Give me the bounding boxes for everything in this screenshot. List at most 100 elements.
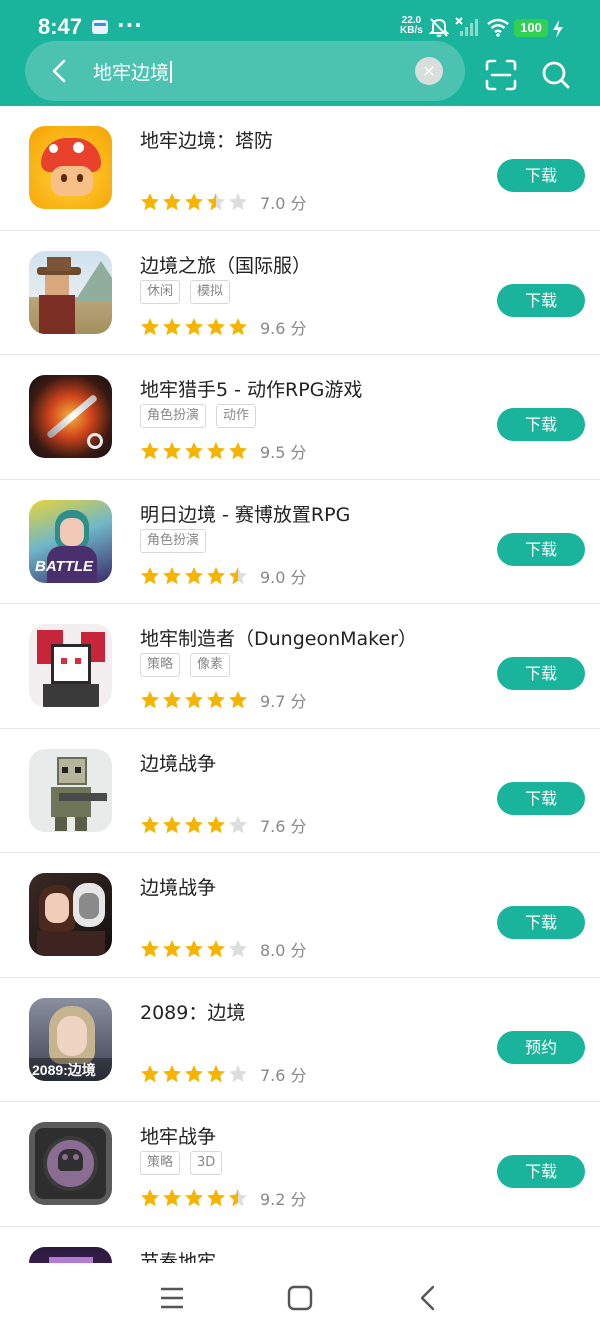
app-tag: 3D [190,1151,223,1175]
net-speed: 22.0 KB/s [400,16,423,36]
reserve-button[interactable]: 预约 [497,1030,585,1064]
orange-mushroom-icon[interactable] [29,126,112,209]
star-full-icon [185,1189,203,1207]
search-results-list[interactable]: 地牢边境：塔防 7.0 分下载 边境之旅（国际服） 休闲 模拟 9.6 分下载 地牢猎手5 … [0,106,600,1263]
mute-bell-icon [428,18,450,37]
star-empty-icon [229,1064,247,1082]
app-score: 7.6 分 [260,1065,307,1085]
app-title[interactable]: 地牢边境：塔防 [140,126,273,153]
app-tags: 角色扮演 动作 [140,404,266,429]
app-tag: 像素 [190,653,231,677]
app-tag: 休闲 [140,279,181,304]
app-score: 9.2 分 [260,1190,307,1209]
portrait-2089-icon[interactable]: 2089:边境 [29,997,112,1081]
home-square-icon[interactable] [285,1283,315,1313]
flaming-sword-icon[interactable] [29,375,112,458]
app-tag: 策略 [140,653,181,677]
app-result-row[interactable]: 边境之旅（国际服） 休闲 模拟 9.6 分 下载 [0,231,600,355]
clear-search-button[interactable]: × [415,57,443,85]
app-title[interactable]: 边境战争 [140,873,216,900]
app-tag: 策略 [140,1151,181,1175]
star-full-icon [141,940,159,958]
star-full-icon [207,1189,225,1207]
app-result-row[interactable]: 地牢制造者（DungeonMaker） 策略 像素 9.7 分 下载 [0,604,600,729]
star-full-icon [163,193,181,211]
star-full-icon [163,940,181,958]
app-score: 7.6 分 [260,816,307,836]
app-result-row[interactable]: 地牢边境：塔防 7.0 分 下载 [0,106,600,231]
charging-icon [553,20,563,38]
download-button[interactable]: 下载 [497,657,585,690]
app-result-row[interactable]: 边境战争 7.6 分 下载 [0,729,600,853]
purple-pixel-icon[interactable] [29,1246,112,1263]
star-full-icon [207,940,225,958]
app-score: 9.0 分 [260,567,307,587]
app-result-row[interactable]: 边境战争 8.0 分 下载 [0,853,600,978]
rating-stars [140,565,250,586]
star-full-icon [207,317,225,335]
star-full-icon [185,691,203,709]
star-half-icon [229,566,247,584]
app-result-row[interactable]: 2089:边境 2089：边境 7.6 分 预约 [0,978,600,1102]
app-title[interactable]: 地牢猎手5 - 动作RPG游戏 [140,375,362,402]
skull-shield-icon[interactable] [29,1122,112,1205]
app-rating: 9.5 分 [140,439,307,462]
app-score: 9.7 分 [260,692,307,711]
download-button[interactable]: 下载 [497,906,585,939]
star-full-icon [185,442,203,460]
app-title[interactable]: 边境战争 [140,749,216,776]
app-result-row[interactable]: 地牢战争 策略 3D 9.2 分 下载 [0,1102,600,1227]
star-full-icon [207,566,225,584]
app-tag: 角色扮演 [140,404,207,428]
star-full-icon [163,317,181,335]
back-arrow-icon[interactable] [45,55,75,87]
star-full-icon [207,1064,225,1082]
download-button[interactable]: 下载 [497,1155,585,1188]
app-result-row[interactable]: BATTLE 明日边境 - 赛博放置RPG 角色扮演 9.0 分 下载 [0,480,600,604]
search-input[interactable]: 地牢边境 [93,58,172,85]
app-result-row[interactable]: 节奏地牢 [0,1227,600,1264]
app-result-row[interactable]: 地牢猎手5 - 动作RPG游戏 角色扮演 动作 9.5 分 下载 [0,355,600,480]
search-icon[interactable] [540,58,572,92]
pixel-demon-girl-icon[interactable] [29,624,112,707]
app-title[interactable]: 地牢战争 [140,1122,216,1149]
status-bar: 8:47 ··· 22.0 KB/s 100 [0,0,600,40]
download-button[interactable]: 下载 [497,283,585,317]
battery-indicator: 100 [514,19,548,37]
star-full-icon [163,1064,181,1082]
rating-stars [140,192,250,213]
app-tag: 动作 [216,404,257,428]
app-title[interactable]: 边境之旅（国际服） [140,251,311,278]
search-field[interactable]: 地牢边境 × [25,41,465,101]
app-title[interactable]: 明日边境 - 赛博放置RPG [140,500,350,527]
star-full-icon [141,566,159,584]
cyber-girl-icon[interactable]: BATTLE [29,499,112,583]
app-title[interactable]: 地牢制造者（DungeonMaker） [140,624,417,651]
app-rating: 8.0 分 [140,937,307,960]
download-button[interactable]: 下载 [497,408,585,441]
cowboy-voxel-icon[interactable] [29,250,112,334]
more-notifications: ··· [117,13,143,37]
app-title[interactable]: 节奏地牢 [140,1247,216,1264]
no-sim-signal-icon [455,17,478,36]
star-full-icon [207,691,225,709]
star-full-icon [141,317,159,335]
star-full-icon [185,940,203,958]
star-full-icon [185,193,203,211]
app-title[interactable]: 2089：边境 [140,998,245,1025]
star-full-icon [207,815,225,833]
rating-stars [140,1063,250,1084]
mail-notification-icon [92,20,108,34]
menu-icon[interactable] [157,1283,187,1313]
search-query: 地牢边境 [93,62,170,84]
back-triangle-icon[interactable] [413,1283,443,1313]
download-button[interactable]: 下载 [497,159,585,192]
star-full-icon [141,1189,159,1207]
blocky-soldier-icon[interactable] [29,748,112,832]
download-button[interactable]: 下载 [497,532,585,566]
download-button[interactable]: 下载 [497,781,585,815]
scan-icon[interactable] [484,58,518,92]
rating-stars [140,441,250,462]
anime-duo-icon[interactable] [29,873,112,956]
star-full-icon [163,691,181,709]
